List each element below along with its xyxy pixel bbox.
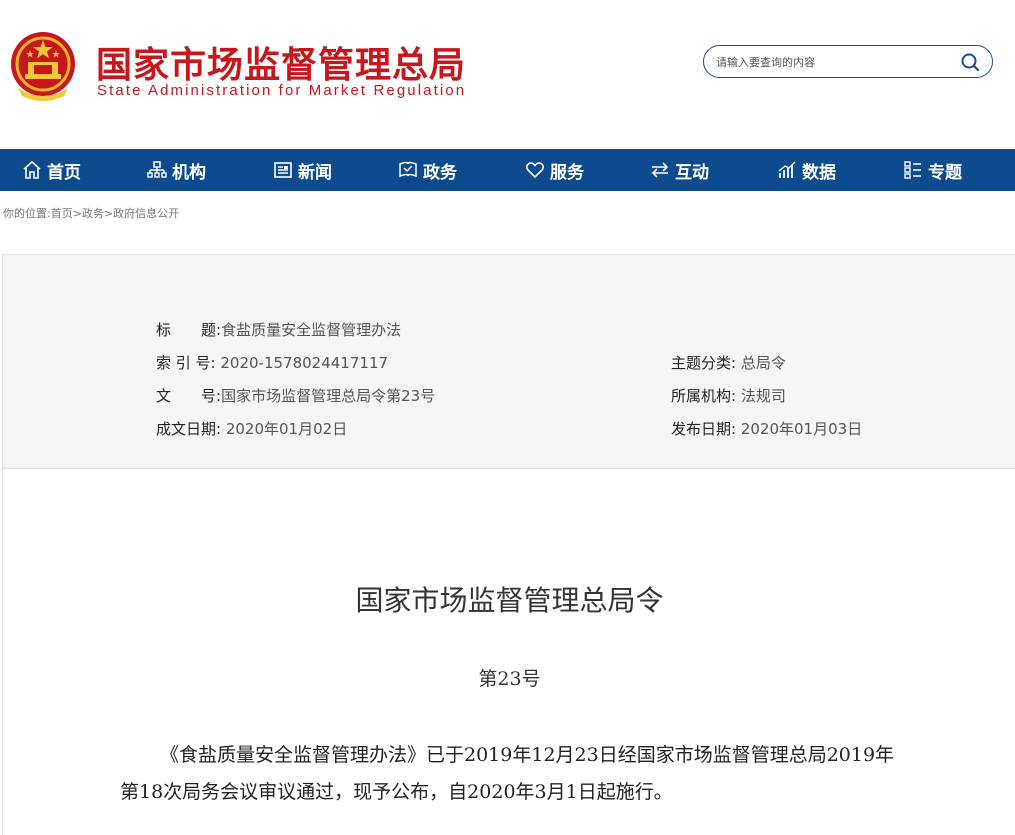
nav-label: 机构 — [172, 162, 206, 183]
nav-item-home[interactable]: 首页 — [22, 149, 81, 191]
meta-created-value: 2020年01月02日 — [225, 420, 348, 438]
nav-label: 专题 — [928, 162, 962, 183]
site-subtitle: State Administration for Market Regulati… — [97, 82, 467, 99]
nav-label: 首页 — [47, 162, 81, 183]
nav-label: 互动 — [675, 162, 709, 183]
national-emblem-icon[interactable] — [8, 30, 78, 102]
nav-label: 服务 — [550, 162, 584, 183]
site-title[interactable]: 国家市场监督管理总局 — [96, 36, 466, 88]
breadcrumb[interactable]: 你的位置:首页>政务>政府信息公开 — [3, 205, 179, 221]
document-content: 国家市场监督管理总局令 第23号 《食盐质量安全监督管理办法》已于2019年12… — [2, 469, 1015, 835]
meta-index: 索 引 号: 2020-1578024417117 — [156, 352, 388, 373]
nav-item-interaction[interactable]: 互动 — [650, 149, 709, 191]
nav-item-news[interactable]: 新闻 — [273, 149, 332, 191]
nav-item-org[interactable]: 机构 — [147, 149, 206, 191]
nav-item-topics[interactable]: 专题 — [903, 149, 962, 191]
search-input[interactable] — [714, 52, 948, 72]
meta-org-value: 法规司 — [740, 387, 786, 405]
shield-book-icon — [399, 161, 417, 178]
org-chart-icon — [147, 161, 167, 178]
meta-docno-label: 文 号: — [156, 387, 222, 405]
document-meta-panel: 标 题:食盐质量安全监督管理办法 索 引 号: 2020-15780244171… — [2, 254, 1015, 469]
meta-index-label: 索 引 号: — [156, 354, 216, 372]
home-icon — [23, 160, 41, 179]
meta-title-label: 标 题: — [156, 321, 222, 339]
meta-title-value: 食盐质量安全监督管理办法 — [221, 321, 402, 339]
meta-published: 发布日期: 2020年01月03日 — [671, 418, 862, 439]
meta-index-value: 2020-1578024417117 — [220, 354, 389, 372]
nav-item-gov[interactable]: 政务 — [398, 149, 457, 191]
search-box — [703, 45, 993, 78]
meta-category-label: 主题分类: — [671, 354, 737, 372]
meta-org: 所属机构: 法规司 — [671, 385, 786, 406]
meta-created-label: 成文日期: — [156, 420, 222, 438]
search-icon[interactable] — [960, 52, 980, 72]
meta-created: 成文日期: 2020年01月02日 — [156, 418, 347, 439]
meta-published-label: 发布日期: — [671, 420, 737, 438]
grid-list-icon — [904, 161, 921, 179]
meta-category-value: 总局令 — [740, 354, 786, 372]
document-number: 第23号 — [478, 668, 541, 690]
meta-category: 主题分类: 总局令 — [671, 352, 786, 373]
main-nav: 首页 机构 新闻 政务 服务 互动 数据 专题 — [0, 149, 1015, 191]
document-body: 《食盐质量安全监督管理办法》已于2019年12月23日经国家市场监督管理总局20… — [120, 744, 895, 803]
newspaper-icon — [274, 162, 292, 178]
nav-label: 政务 — [423, 162, 457, 183]
nav-label: 数据 — [802, 162, 836, 183]
bar-chart-icon — [778, 161, 796, 178]
meta-docno-value: 国家市场监督管理总局令第23号 — [221, 387, 436, 405]
meta-title: 标 题:食盐质量安全监督管理办法 — [156, 319, 401, 340]
meta-docno: 文 号:国家市场监督管理总局令第23号 — [156, 385, 435, 406]
swap-arrows-icon — [651, 162, 669, 178]
nav-item-service[interactable]: 服务 — [525, 149, 584, 191]
meta-published-value: 2020年01月03日 — [740, 420, 863, 438]
nav-item-data[interactable]: 数据 — [777, 149, 836, 191]
heart-icon — [525, 162, 545, 179]
meta-org-label: 所属机构: — [671, 387, 737, 405]
nav-label: 新闻 — [298, 162, 332, 183]
document-title: 国家市场监督管理总局令 — [355, 584, 664, 617]
site-header: 国家市场监督管理总局 State Administration for Mark… — [0, 0, 1015, 148]
